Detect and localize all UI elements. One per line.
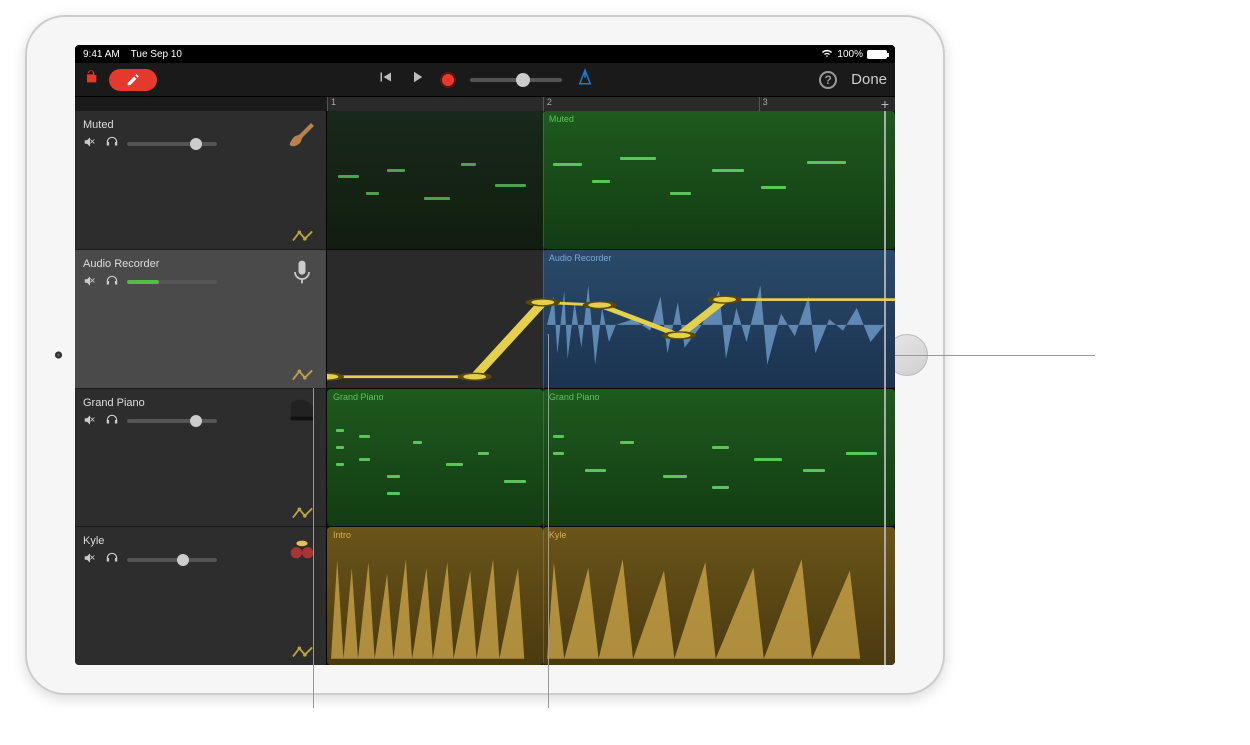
waveform (331, 545, 539, 659)
battery-pct: 100% (837, 49, 863, 60)
metronome-button[interactable] (576, 68, 594, 91)
region-label: Grand Piano (333, 392, 384, 402)
ruler-mark: 3 (759, 97, 768, 111)
region[interactable]: Audio Recorder (543, 250, 895, 388)
track-volume-slider[interactable] (127, 558, 217, 562)
app-screen: 9:41 AM Tue Sep 10 100% (75, 45, 895, 665)
drum-kit-icon (286, 533, 318, 565)
headphones-icon[interactable] (105, 274, 119, 291)
lock-icon[interactable] (83, 69, 99, 90)
track-lane[interactable]: Audio Recorder (327, 250, 895, 389)
front-camera (55, 352, 62, 359)
bass-guitar-icon (286, 117, 318, 149)
track-name-label: Grand Piano (83, 397, 318, 409)
ios-status-bar: 9:41 AM Tue Sep 10 100% (75, 45, 895, 63)
done-button[interactable]: Done (851, 71, 887, 88)
timeline-ruler[interactable]: 1 2 3 + (327, 97, 895, 111)
play-button[interactable] (408, 68, 426, 91)
track-name-label: Muted (83, 119, 318, 131)
headphones-icon[interactable] (105, 135, 119, 152)
wifi-icon (821, 48, 833, 61)
app-toolbar: ? Done (75, 63, 895, 97)
region[interactable]: Grand Piano (543, 389, 895, 527)
headphones-icon[interactable] (105, 551, 119, 568)
region[interactable]: Grand Piano (327, 389, 543, 527)
track-header-grand-piano[interactable]: Grand Piano (75, 389, 326, 528)
track-area[interactable]: Muted Audio Recorder (327, 111, 895, 665)
region-label: Kyle (549, 530, 567, 540)
transport-controls (376, 68, 594, 91)
mute-icon[interactable] (83, 413, 97, 430)
status-time: 9:41 AM (83, 49, 120, 60)
rewind-button[interactable] (376, 68, 394, 91)
track-header-muted[interactable]: Muted (75, 111, 326, 250)
edit-toggle-button[interactable] (109, 69, 157, 91)
track-volume-slider[interactable] (127, 142, 217, 146)
waveform (547, 545, 891, 659)
region[interactable]: Kyle (543, 527, 895, 665)
mute-icon[interactable] (83, 135, 97, 152)
help-button[interactable]: ? (819, 71, 837, 89)
editor-area: Muted Audio Recorder (75, 111, 895, 665)
track-headers-sidebar: Muted Audio Recorder (75, 111, 327, 665)
automation-toggle[interactable] (292, 645, 314, 659)
microphone-icon (286, 256, 318, 288)
section-divider (543, 111, 544, 665)
ipad-device-frame: 9:41 AM Tue Sep 10 100% (25, 15, 945, 695)
region[interactable]: Muted (543, 111, 895, 249)
record-button[interactable] (440, 72, 456, 88)
track-volume-slider[interactable] (127, 280, 217, 284)
track-name-label: Kyle (83, 535, 318, 547)
grand-piano-icon (286, 395, 318, 427)
track-lane[interactable]: Grand Piano Grand Piano (327, 389, 895, 528)
region[interactable]: Intro (327, 527, 543, 665)
track-header-kyle[interactable]: Kyle (75, 527, 326, 665)
battery-icon (867, 50, 887, 59)
region-label: Intro (333, 530, 351, 540)
ruler-mark: 2 (543, 97, 552, 111)
status-date: Tue Sep 10 (131, 49, 182, 60)
region-label: Muted (549, 114, 574, 124)
waveform (547, 268, 891, 382)
mute-icon[interactable] (83, 274, 97, 291)
region-label: Audio Recorder (549, 253, 612, 263)
mute-icon[interactable] (83, 551, 97, 568)
track-header-audio-recorder[interactable]: Audio Recorder (75, 250, 326, 389)
add-section-button[interactable]: + (881, 96, 889, 112)
track-name-label: Audio Recorder (83, 258, 318, 270)
track-lane[interactable]: Intro Kyle (327, 527, 895, 665)
ruler-mark: 1 (327, 97, 336, 111)
section-end-marker[interactable] (884, 111, 886, 665)
track-volume-slider[interactable] (127, 419, 217, 423)
automation-toggle[interactable] (292, 229, 314, 243)
region-label: Grand Piano (549, 392, 600, 402)
track-lane[interactable]: Muted (327, 111, 895, 250)
headphones-icon[interactable] (105, 413, 119, 430)
region[interactable] (327, 111, 543, 249)
automation-toggle[interactable] (292, 506, 314, 520)
automation-toggle[interactable] (292, 368, 314, 382)
master-volume-slider[interactable] (470, 78, 562, 82)
